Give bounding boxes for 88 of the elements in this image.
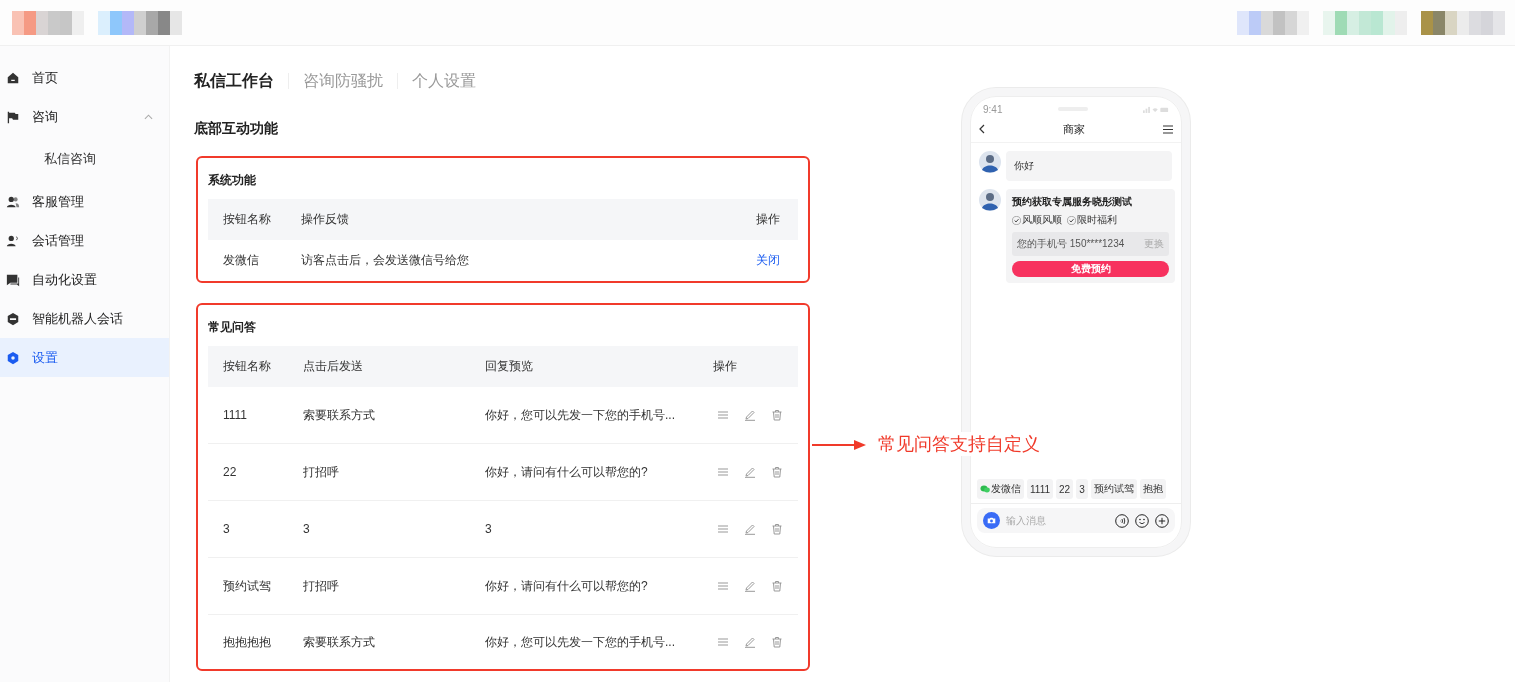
check-icon: [1067, 215, 1076, 225]
edit-icon[interactable]: [744, 466, 756, 478]
sidebar-item[interactable]: 智能机器人会话: [0, 299, 169, 338]
edit-icon[interactable]: [744, 636, 756, 648]
edit-icon[interactable]: [744, 580, 756, 592]
form-title: 预约获取专属服务晓彤测试: [1012, 195, 1133, 209]
quick-reply-chip[interactable]: 抱抱: [1139, 479, 1166, 499]
column-header: 回复预览: [485, 358, 534, 375]
drag-handle-icon[interactable]: [717, 580, 729, 592]
quick-reply-chip[interactable]: 22: [1056, 479, 1074, 499]
edit-icon[interactable]: [744, 409, 756, 421]
table-cell-text: 1111: [223, 408, 249, 422]
house-icon: [6, 70, 20, 85]
table-cell-text: 你好，您可以先发一下您的手机号...: [485, 406, 676, 424]
avatar-icon: [979, 189, 1001, 211]
table-cell-text: 打招呼: [303, 463, 340, 481]
table-cell-text: 发微信: [223, 252, 260, 269]
tab[interactable]: 私信工作台: [194, 70, 274, 92]
table-cell-text: 3: [223, 522, 231, 536]
sidebar-subitem[interactable]: 私信咨询: [0, 136, 169, 182]
column-header: 按钮名称: [223, 358, 272, 375]
close-link[interactable]: 关闭: [738, 252, 798, 269]
people-icon: [6, 194, 20, 209]
quick-reply-chip[interactable]: 预约试驾: [1090, 479, 1137, 499]
table-cell-text: 3: [303, 522, 311, 536]
back-icon[interactable]: [979, 124, 985, 134]
column-header: 按钮名称: [223, 211, 272, 228]
chat-bubbles-icon: [980, 485, 990, 493]
annotation-text: 常见问答支持自定义: [876, 432, 1042, 456]
column-header: 点击后发送: [303, 358, 364, 375]
trash-icon[interactable]: [771, 580, 783, 592]
reserve-button[interactable]: 免费预约: [1012, 261, 1169, 277]
benefit-tag: 限时福利: [1067, 213, 1117, 227]
plus-icon[interactable]: [1155, 513, 1169, 528]
arrow-icon: [812, 439, 866, 451]
chat-icon: [6, 272, 20, 287]
card-title: 系统功能: [208, 172, 257, 189]
table-cell-text: 你好，请问有什么可以帮您的?: [485, 577, 649, 595]
avatar-icon: [979, 151, 1001, 173]
trash-icon[interactable]: [771, 523, 783, 535]
table-cell-text: 访客点击后，会发送微信号给您: [301, 252, 470, 269]
camera-icon[interactable]: [983, 512, 1000, 529]
pixelated-block: [1237, 10, 1309, 35]
section-title: 底部互动功能: [194, 119, 279, 138]
message-bubble: 你好: [1006, 151, 1172, 181]
column-header: 操作: [713, 358, 738, 375]
settings-icon: [6, 350, 20, 365]
chat-title: 商家: [1063, 121, 1085, 137]
table-cell-text: 打招呼: [303, 577, 340, 595]
card-title: 常见问答: [208, 319, 257, 336]
table-cell-text: 3: [485, 522, 493, 536]
table-cell-text: 22: [223, 465, 238, 479]
status-time: 9:41: [983, 103, 1003, 115]
trash-icon[interactable]: [771, 466, 783, 478]
table-cell-text: 你好，请问有什么可以帮您的?: [485, 463, 649, 481]
trash-icon[interactable]: [771, 409, 783, 421]
quick-reply-chip[interactable]: 1111: [1027, 479, 1054, 499]
sidebar-item[interactable]: 设置: [0, 338, 169, 377]
sidebar-item[interactable]: 自动化设置: [0, 260, 169, 299]
drag-handle-icon[interactable]: [717, 523, 729, 535]
trash-icon[interactable]: [771, 636, 783, 648]
quick-reply-chip[interactable]: 3: [1076, 479, 1088, 499]
sidebar-item[interactable]: 咨询: [0, 97, 169, 136]
drag-handle-icon[interactable]: [717, 409, 729, 421]
column-header: 操作: [755, 211, 781, 228]
sidebar-item[interactable]: 客服管理: [0, 182, 169, 221]
table-cell-text: 抱抱抱抱: [223, 633, 272, 651]
drag-handle-icon[interactable]: [717, 466, 729, 478]
hexagon-icon: [6, 311, 20, 326]
menu-icon[interactable]: [1163, 124, 1173, 134]
flag-icon: [6, 109, 20, 124]
edit-icon[interactable]: [744, 523, 756, 535]
person-sound-icon: [6, 233, 20, 248]
sidebar-item[interactable]: 会话管理: [0, 221, 169, 260]
drag-handle-icon[interactable]: [717, 636, 729, 648]
emoji-icon[interactable]: [1135, 513, 1149, 528]
status-icons: [1143, 105, 1169, 113]
benefit-tag: 风顺风顺: [1012, 213, 1062, 227]
table-cell-text: 索要联系方式: [303, 406, 376, 424]
table-cell-text: 索要联系方式: [303, 633, 376, 651]
sidebar-item[interactable]: 首页: [0, 58, 169, 97]
table-cell-text: 你好，您可以先发一下您的手机号...: [485, 633, 676, 651]
voice-icon[interactable]: [1115, 513, 1129, 528]
column-header: 操作反馈: [301, 211, 350, 228]
pixelated-logo: [12, 10, 84, 35]
quick-reply-chip[interactable]: 发微信: [977, 479, 1024, 499]
table-cell-text: 预约试驾: [223, 577, 272, 595]
check-icon: [1012, 215, 1021, 225]
